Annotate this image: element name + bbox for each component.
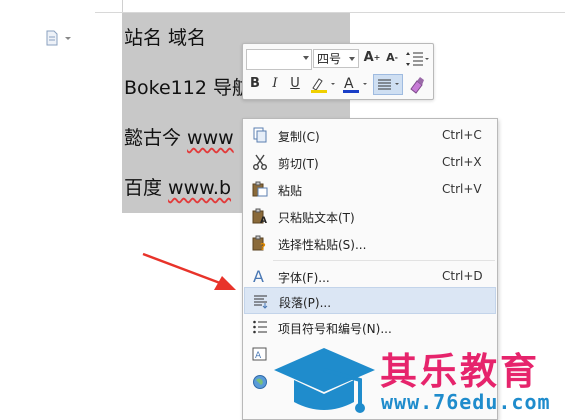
watermark-url: www.76edu.com bbox=[381, 390, 551, 414]
watermark-brand: 其乐教育 bbox=[380, 350, 540, 393]
graduation-cap-logo bbox=[274, 348, 375, 413]
